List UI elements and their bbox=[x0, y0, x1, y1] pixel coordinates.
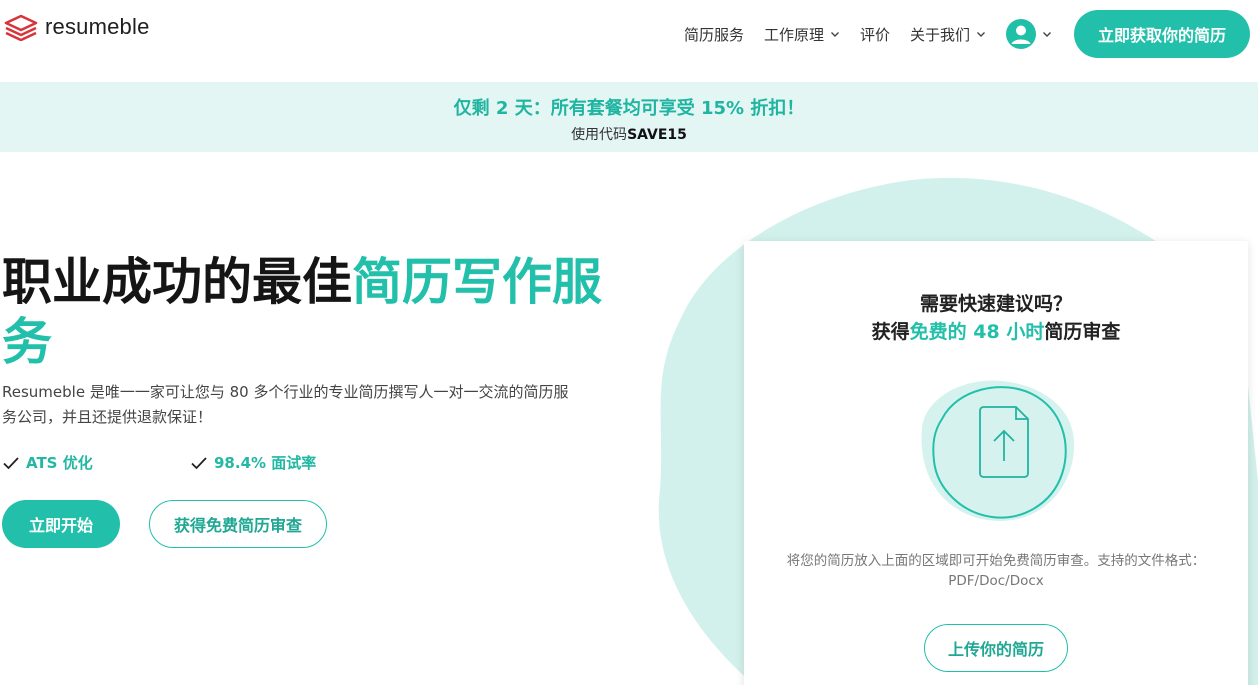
nav-item-label: 关于我们 bbox=[909, 25, 970, 44]
nav-item-label: 评价 bbox=[859, 25, 890, 44]
card-offer-prefix: 获得 bbox=[871, 321, 910, 343]
promo-banner: 仅剩 2 天：所有套餐均可享受 15% 折扣！ 使用代码SAVE15 bbox=[0, 82, 1258, 152]
user-icon bbox=[1006, 19, 1036, 49]
start-now-button[interactable]: 立即开始 bbox=[2, 500, 120, 548]
card-offer: 获得免费的 48 小时简历审查 bbox=[744, 317, 1248, 344]
chevron-down-icon bbox=[1043, 32, 1051, 37]
free-review-card: 需要快速建议吗？ 获得免费的 48 小时简历审查 将您的简历放入上面的区域即可开… bbox=[744, 241, 1248, 685]
nav-item-resume-services[interactable]: 简历服务 bbox=[684, 24, 744, 45]
hero-title-part1: 职业成功的最佳 bbox=[2, 253, 352, 311]
promo-code-line: 使用代码SAVE15 bbox=[0, 124, 1258, 144]
promo-code-prefix: 使用代码 bbox=[571, 127, 628, 143]
feature-label: ATS 优化 bbox=[26, 454, 93, 472]
brand-name: resumeble bbox=[45, 14, 150, 39]
file-upload-icon bbox=[921, 380, 1075, 521]
feature-label: 98.4% 面试率 bbox=[214, 454, 317, 472]
upload-help-text: 将您的简历放入上面的区域即可开始免费简历审查。支持的文件格式：PDF/Doc/D… bbox=[786, 553, 1206, 589]
brand-logo[interactable]: resumeble bbox=[3, 13, 150, 41]
site-header: resumeble 简历服务 工作原理 评价 关于我们 立即获取你的简历 bbox=[0, 0, 1258, 82]
card-offer-suffix: 简历审查 bbox=[1044, 321, 1121, 343]
main-nav: 简历服务 工作原理 评价 关于我们 立即获取你的简历 bbox=[684, 10, 1258, 58]
chevron-down-icon bbox=[977, 32, 985, 37]
promo-code: SAVE15 bbox=[627, 127, 687, 143]
account-menu[interactable] bbox=[1006, 19, 1052, 49]
promo-title: 仅剩 2 天：所有套餐均可享受 15% 折扣！ bbox=[453, 98, 805, 119]
hero-title: 职业成功的最佳简历写作服务 bbox=[2, 252, 602, 372]
card-question: 需要快速建议吗？ bbox=[919, 293, 1072, 315]
resume-drop-zone[interactable] bbox=[912, 369, 1082, 529]
nav-item-how-it-works[interactable]: 工作原理 bbox=[764, 24, 840, 45]
nav-item-reviews[interactable]: 评价 bbox=[860, 24, 890, 45]
hero-description: Resumeble 是唯一一家可让您与 80 多个行业的专业简历撰写人一对一交流… bbox=[2, 383, 569, 426]
feature-ats: ATS 优化 bbox=[2, 452, 93, 473]
nav-item-label: 简历服务 bbox=[683, 25, 744, 44]
checkmark-icon bbox=[3, 456, 19, 469]
nav-item-label: 工作原理 bbox=[763, 25, 824, 44]
upload-resume-button[interactable]: 上传你的简历 bbox=[924, 624, 1068, 672]
get-resume-button[interactable]: 立即获取你的简历 bbox=[1074, 10, 1250, 58]
free-review-button[interactable]: 获得免费简历审查 bbox=[149, 500, 327, 548]
feature-interview-rate: 98.4% 面试率 bbox=[190, 452, 316, 473]
card-offer-accent: 免费的 48 小时 bbox=[909, 321, 1045, 343]
nav-item-about-us[interactable]: 关于我们 bbox=[910, 24, 986, 45]
checkmark-icon bbox=[191, 456, 207, 469]
logo-icon bbox=[4, 14, 38, 41]
chevron-down-icon bbox=[830, 32, 839, 37]
